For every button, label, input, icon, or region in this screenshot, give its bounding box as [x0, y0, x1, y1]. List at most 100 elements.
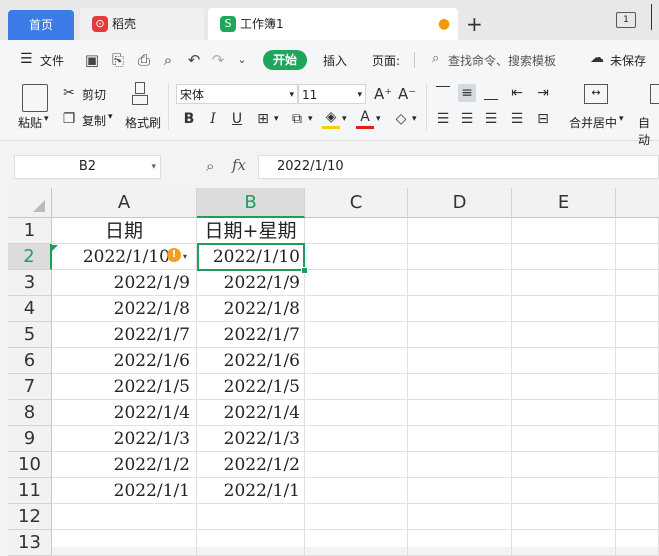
cell-a5[interactable]: 2022/1/7: [52, 322, 197, 348]
search-icon[interactable]: ⌕: [432, 51, 439, 66]
column-header-a[interactable]: A: [52, 188, 197, 218]
name-box[interactable]: B2 ▾: [14, 155, 161, 179]
cell-c1[interactable]: [305, 218, 408, 244]
function-icon[interactable]: fx: [232, 156, 246, 174]
cell-d10[interactable]: [408, 452, 512, 478]
tab-daoke[interactable]: ⊙ 稻壳: [80, 8, 204, 40]
cell-a12[interactable]: [52, 504, 197, 530]
cell-f6[interactable]: [616, 348, 659, 374]
window-switch-icon[interactable]: 1: [616, 12, 636, 28]
align-center-icon[interactable]: ☰: [458, 110, 476, 128]
cell-a3[interactable]: 2022/1/9: [52, 270, 197, 296]
row-header-5[interactable]: 5: [8, 322, 52, 348]
redo-icon[interactable]: ↷: [208, 50, 228, 70]
cell-e13[interactable]: [512, 530, 616, 556]
cell-c12[interactable]: [305, 504, 408, 530]
chevron-down-icon[interactable]: ▾: [44, 114, 49, 124]
justify-icon[interactable]: ☰: [508, 110, 526, 128]
cell-d8[interactable]: [408, 400, 512, 426]
warning-icon[interactable]: !: [167, 248, 181, 262]
cell-b7[interactable]: 2022/1/5: [197, 374, 305, 400]
cell-e3[interactable]: [512, 270, 616, 296]
paste-icon[interactable]: [22, 84, 48, 112]
print-icon[interactable]: ⎙: [134, 50, 154, 70]
zoom-icon[interactable]: ⌕: [206, 157, 214, 175]
distributed-align-icon[interactable]: ⊟: [534, 110, 552, 128]
increase-indent-icon[interactable]: ⇥: [534, 84, 552, 102]
row-header-13[interactable]: 13: [8, 530, 52, 556]
align-middle-icon[interactable]: ≡: [458, 84, 476, 102]
cell-c8[interactable]: [305, 400, 408, 426]
tab-home[interactable]: 首页: [8, 10, 74, 40]
cell-c3[interactable]: [305, 270, 408, 296]
align-right-icon[interactable]: ☰: [482, 110, 500, 128]
cell-b13[interactable]: [197, 530, 305, 556]
cell-e7[interactable]: [512, 374, 616, 400]
bold-icon[interactable]: B: [180, 110, 198, 128]
tab-workbook[interactable]: S 工作簿1 ●: [208, 8, 458, 40]
cell-d11[interactable]: [408, 478, 512, 504]
cell-e9[interactable]: [512, 426, 616, 452]
font-size-select[interactable]: 11 ▾: [298, 84, 366, 104]
cell-b11[interactable]: 2022/1/1: [197, 478, 305, 504]
column-header-b[interactable]: B: [197, 188, 305, 218]
row-header-4[interactable]: 4: [8, 296, 52, 322]
tab-page[interactable]: 页面:: [372, 52, 400, 69]
cell-f8[interactable]: [616, 400, 659, 426]
cell-a11[interactable]: 2022/1/1: [52, 478, 197, 504]
cell-d5[interactable]: [408, 322, 512, 348]
decrease-font-icon[interactable]: A⁻: [398, 85, 416, 103]
cell-f11[interactable]: [616, 478, 659, 504]
cell-f3[interactable]: [616, 270, 659, 296]
align-bottom-icon[interactable]: ⎽: [482, 84, 500, 102]
print-preview-icon[interactable]: ⌕: [158, 50, 178, 70]
cell-a10[interactable]: 2022/1/2: [52, 452, 197, 478]
cell-e12[interactable]: [512, 504, 616, 530]
chevron-down-icon[interactable]: ▾: [412, 114, 417, 124]
cell-c2[interactable]: [305, 244, 408, 270]
cell-e5[interactable]: [512, 322, 616, 348]
cell-d2[interactable]: [408, 244, 512, 270]
row-header-8[interactable]: 8: [8, 400, 52, 426]
cell-b9[interactable]: 2022/1/3: [197, 426, 305, 452]
menu-file[interactable]: 文件: [40, 52, 64, 69]
cell-f4[interactable]: [616, 296, 659, 322]
cell-c7[interactable]: [305, 374, 408, 400]
conditional-format-icon[interactable]: ⧉: [288, 110, 306, 128]
cell-c13[interactable]: [305, 530, 408, 556]
cell-b1[interactable]: 日期+星期: [197, 218, 305, 244]
cell-d6[interactable]: [408, 348, 512, 374]
column-header-d[interactable]: D: [408, 188, 512, 218]
cell-d3[interactable]: [408, 270, 512, 296]
cell-a13[interactable]: [52, 530, 197, 556]
cell-c4[interactable]: [305, 296, 408, 322]
chevron-down-icon[interactable]: ▾: [274, 114, 279, 124]
cell-e1[interactable]: [512, 218, 616, 244]
wrap-text-icon[interactable]: [650, 84, 659, 104]
align-top-icon[interactable]: ⎺: [434, 84, 452, 102]
cut-button[interactable]: 剪切: [82, 86, 106, 103]
command-search-input[interactable]: 查找命令、搜索模板: [448, 52, 556, 69]
cell-b4[interactable]: 2022/1/8: [197, 296, 305, 322]
cell-f1[interactable]: [616, 218, 659, 244]
column-header-e[interactable]: E: [512, 188, 616, 218]
cell-e2[interactable]: [512, 244, 616, 270]
row-header-10[interactable]: 10: [8, 452, 52, 478]
chevron-down-icon[interactable]: ▾: [183, 252, 187, 261]
row-header-12[interactable]: 12: [8, 504, 52, 530]
copy-button[interactable]: 复制: [82, 112, 106, 129]
column-header-c[interactable]: C: [305, 188, 408, 218]
undo-icon[interactable]: ↶: [184, 50, 204, 70]
increase-font-icon[interactable]: A⁺: [374, 85, 392, 103]
column-header-f[interactable]: [616, 188, 659, 218]
unsaved-status[interactable]: 未保存: [610, 52, 646, 69]
cell-b3[interactable]: 2022/1/9: [197, 270, 305, 296]
row-header-6[interactable]: 6: [8, 348, 52, 374]
copy-icon[interactable]: ❐: [60, 110, 78, 128]
cut-icon[interactable]: ✂: [60, 84, 78, 102]
cell-a4[interactable]: 2022/1/8: [52, 296, 197, 322]
cell-e8[interactable]: [512, 400, 616, 426]
row-header-1[interactable]: 1: [8, 218, 52, 244]
format-painter-icon[interactable]: [132, 82, 148, 108]
cell-d12[interactable]: [408, 504, 512, 530]
